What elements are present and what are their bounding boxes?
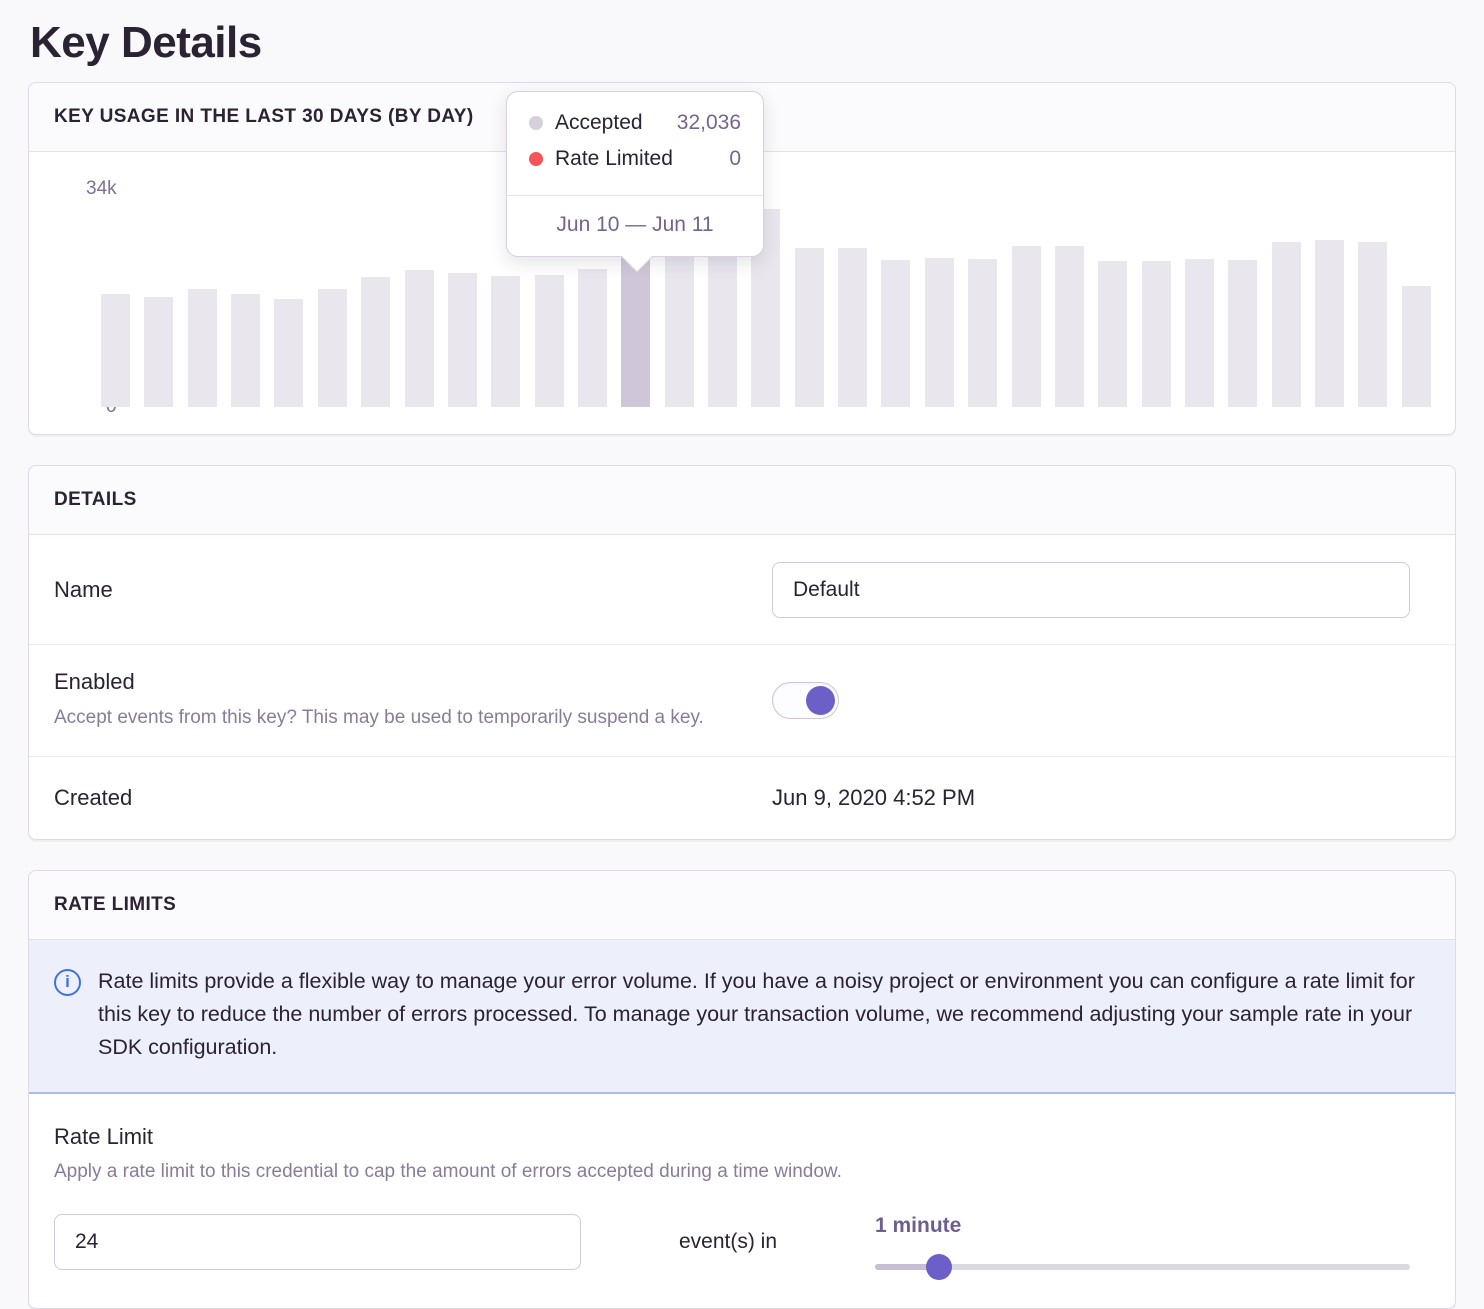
created-row: Created Jun 9, 2020 4:52 PM <box>29 757 1455 839</box>
tooltip-row-accepted: Accepted 32,036 <box>529 111 741 135</box>
rate-limits-panel-header: RATE LIMITS <box>29 871 1455 940</box>
usage-bar[interactable] <box>101 294 130 407</box>
usage-bar[interactable] <box>578 269 607 407</box>
name-input[interactable] <box>772 562 1410 618</box>
usage-bar[interactable] <box>491 276 520 407</box>
usage-bar[interactable] <box>1185 259 1214 407</box>
usage-bar[interactable] <box>925 258 954 407</box>
rate-limit-label: Rate Limit <box>54 1124 1430 1150</box>
created-value: Jun 9, 2020 4:52 PM <box>772 785 975 810</box>
tooltip-rate-limited-value: 0 <box>729 147 741 171</box>
usage-panel: KEY USAGE IN THE LAST 30 DAYS (BY DAY) 3… <box>28 82 1456 435</box>
name-row-control <box>772 562 1430 618</box>
usage-bar[interactable] <box>1228 260 1257 407</box>
usage-bar[interactable] <box>1098 261 1127 407</box>
usage-bar[interactable] <box>535 275 564 407</box>
usage-bar[interactable] <box>448 273 477 407</box>
rate-limit-help-text: Apply a rate limit to this credential to… <box>54 1161 1430 1183</box>
rate-limited-dot-icon <box>529 152 543 166</box>
usage-bar[interactable] <box>1012 246 1041 407</box>
usage-bar[interactable] <box>274 299 303 407</box>
enabled-row-left: Enabled Accept events from this key? Thi… <box>54 669 772 732</box>
usage-bar[interactable] <box>144 297 173 407</box>
name-label: Name <box>54 577 742 603</box>
created-label: Created <box>54 785 742 811</box>
usage-bar[interactable] <box>621 252 650 407</box>
rate-limits-info-alert: i Rate limits provide a flexible way to … <box>29 940 1455 1094</box>
page-title: Key Details <box>28 0 1456 82</box>
usage-bar[interactable] <box>838 248 867 407</box>
rate-limits-panel: RATE LIMITS i Rate limits provide a flex… <box>28 870 1456 1309</box>
usage-bar[interactable] <box>1402 286 1431 407</box>
usage-bar[interactable] <box>665 247 694 407</box>
tooltip-rows: Accepted 32,036 Rate Limited 0 <box>507 92 763 195</box>
rate-limits-info-text: Rate limits provide a flexible way to ma… <box>98 965 1430 1065</box>
enabled-label: Enabled <box>54 669 742 695</box>
rate-limit-field: Rate Limit Apply a rate limit to this cr… <box>29 1094 1455 1308</box>
created-row-control: Jun 9, 2020 4:52 PM <box>772 785 1430 811</box>
chart-tooltip: Accepted 32,036 Rate Limited 0 Jun 10 — … <box>506 91 764 257</box>
usage-bar[interactable] <box>318 289 347 407</box>
accepted-dot-icon <box>529 116 543 130</box>
tooltip-accepted-label: Accepted <box>555 111 643 135</box>
enabled-toggle-knob <box>806 686 835 715</box>
name-row: Name <box>29 535 1455 645</box>
usage-bar[interactable] <box>881 260 910 407</box>
usage-bar[interactable] <box>1055 246 1084 407</box>
usage-bar[interactable] <box>1142 261 1171 407</box>
rate-window-slider-group: 1 minute <box>875 1214 1430 1270</box>
details-panel: DETAILS Name Enabled Accept events from … <box>28 465 1456 840</box>
enabled-row: Enabled Accept events from this key? Thi… <box>29 645 1455 757</box>
usage-bar[interactable] <box>968 259 997 407</box>
details-panel-header: DETAILS <box>29 466 1455 535</box>
key-details-page: Key Details KEY USAGE IN THE LAST 30 DAY… <box>0 0 1484 1309</box>
usage-bar[interactable] <box>795 248 824 407</box>
tooltip-rate-limited-label: Rate Limited <box>555 147 673 171</box>
created-row-left: Created <box>54 785 772 811</box>
usage-bar[interactable] <box>188 289 217 407</box>
tooltip-row-rate-limited: Rate Limited 0 <box>529 147 741 171</box>
enabled-toggle[interactable] <box>772 682 839 719</box>
info-icon: i <box>54 969 81 996</box>
usage-bar[interactable] <box>1358 242 1387 407</box>
usage-bar[interactable] <box>1272 242 1301 407</box>
usage-bar[interactable] <box>361 277 390 407</box>
usage-bars <box>101 183 1431 407</box>
rate-limit-controls: event(s) in 1 minute <box>54 1214 1430 1270</box>
usage-bar[interactable] <box>405 270 434 407</box>
enabled-help-text: Accept events from this key? This may be… <box>54 705 742 732</box>
name-row-left: Name <box>54 577 772 603</box>
usage-bar[interactable] <box>708 247 737 407</box>
rate-limit-count-input[interactable] <box>54 1214 581 1270</box>
enabled-row-control <box>772 682 1430 719</box>
usage-bar[interactable] <box>1315 240 1344 407</box>
rate-window-slider-thumb[interactable] <box>926 1254 952 1280</box>
rate-window-label: 1 minute <box>875 1214 1410 1238</box>
usage-bar[interactable] <box>231 294 260 407</box>
tooltip-accepted-value: 32,036 <box>677 111 741 135</box>
rate-window-slider[interactable] <box>875 1264 1410 1270</box>
rate-limit-units-text: event(s) in <box>581 1230 875 1254</box>
